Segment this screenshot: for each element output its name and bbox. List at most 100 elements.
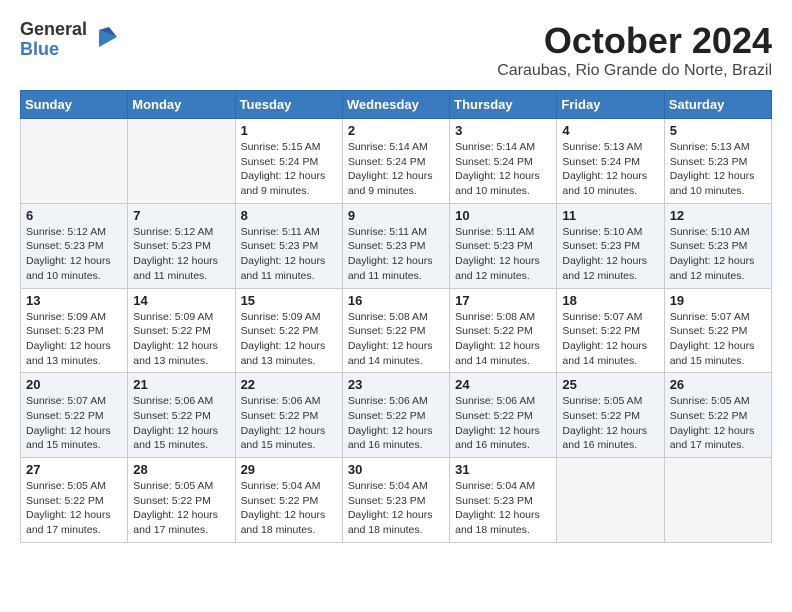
- month-title: October 2024: [497, 20, 772, 62]
- day-number: 6: [26, 208, 122, 223]
- calendar-day-header: Tuesday: [235, 91, 342, 119]
- calendar-cell: 1Sunrise: 5:15 AM Sunset: 5:24 PM Daylig…: [235, 119, 342, 204]
- logo: General Blue: [20, 20, 119, 60]
- day-number: 4: [562, 123, 658, 138]
- day-info: Sunrise: 5:11 AM Sunset: 5:23 PM Dayligh…: [241, 225, 337, 284]
- day-info: Sunrise: 5:10 AM Sunset: 5:23 PM Dayligh…: [562, 225, 658, 284]
- logo-blue: Blue: [20, 40, 87, 60]
- day-info: Sunrise: 5:14 AM Sunset: 5:24 PM Dayligh…: [348, 140, 444, 199]
- calendar-cell: 11Sunrise: 5:10 AM Sunset: 5:23 PM Dayli…: [557, 203, 664, 288]
- day-number: 26: [670, 377, 766, 392]
- calendar-cell: 23 Sunrise: 5:06 AM Sunset: 5:22 PM Dayli…: [342, 373, 449, 458]
- calendar-table: SundayMondayTuesdayWednesdayThursdayFrid…: [20, 90, 772, 543]
- day-number: 31: [455, 462, 551, 477]
- calendar-cell: 25 Sunrise: 5:05 AM Sunset: 5:22 PM Dayli…: [557, 373, 664, 458]
- calendar-cell: 24 Sunrise: 5:06 AM Sunset: 5:22 PM Dayli…: [450, 373, 557, 458]
- day-info: Sunrise: 5:04 AM Sunset: 5:23 PM Dayligh…: [348, 479, 444, 538]
- day-info: Sunrise: 5:07 AM Sunset: 5:22 PM Dayligh…: [670, 310, 766, 369]
- calendar-cell: 28 Sunrise: 5:05 AM Sunset: 5:22 PM Dayli…: [128, 458, 235, 543]
- calendar-week-row: 20 Sunrise: 5:07 AM Sunset: 5:22 PM Dayli…: [21, 373, 772, 458]
- day-number: 28: [133, 462, 229, 477]
- calendar-cell: 21 Sunrise: 5:06 AM Sunset: 5:22 PM Dayli…: [128, 373, 235, 458]
- calendar-cell: 18Sunrise: 5:07 AM Sunset: 5:22 PM Dayli…: [557, 288, 664, 373]
- day-info: Sunrise: 5:12 AM Sunset: 5:23 PM Dayligh…: [26, 225, 122, 284]
- calendar-cell: 17 Sunrise: 5:08 AM Sunset: 5:22 PM Dayli…: [450, 288, 557, 373]
- day-info: Sunrise: 5:05 AM Sunset: 5:22 PM Dayligh…: [133, 479, 229, 538]
- calendar-cell: 22Sunrise: 5:06 AM Sunset: 5:22 PM Dayli…: [235, 373, 342, 458]
- calendar-cell: [21, 119, 128, 204]
- calendar-cell: [128, 119, 235, 204]
- calendar-cell: 29 Sunrise: 5:04 AM Sunset: 5:22 PM Dayli…: [235, 458, 342, 543]
- day-number: 8: [241, 208, 337, 223]
- calendar-header-row: SundayMondayTuesdayWednesdayThursdayFrid…: [21, 91, 772, 119]
- calendar-cell: 8 Sunrise: 5:11 AM Sunset: 5:23 PM Daylig…: [235, 203, 342, 288]
- day-number: 9: [348, 208, 444, 223]
- day-number: 1: [241, 123, 337, 138]
- day-number: 24: [455, 377, 551, 392]
- calendar-cell: 13 Sunrise: 5:09 AM Sunset: 5:23 PM Dayli…: [21, 288, 128, 373]
- title-area: October 2024 Caraubas, Rio Grande do Nor…: [497, 20, 772, 80]
- day-info: Sunrise: 5:08 AM Sunset: 5:22 PM Dayligh…: [348, 310, 444, 369]
- calendar-cell: [557, 458, 664, 543]
- calendar-cell: [664, 458, 771, 543]
- calendar-day-header: Monday: [128, 91, 235, 119]
- day-number: 18: [562, 293, 658, 308]
- day-info: Sunrise: 5:09 AM Sunset: 5:22 PM Dayligh…: [241, 310, 337, 369]
- day-info: Sunrise: 5:06 AM Sunset: 5:22 PM Dayligh…: [455, 394, 551, 453]
- day-info: Sunrise: 5:09 AM Sunset: 5:22 PM Dayligh…: [133, 310, 229, 369]
- calendar-day-header: Wednesday: [342, 91, 449, 119]
- calendar-week-row: 1Sunrise: 5:15 AM Sunset: 5:24 PM Daylig…: [21, 119, 772, 204]
- day-info: Sunrise: 5:05 AM Sunset: 5:22 PM Dayligh…: [562, 394, 658, 453]
- calendar-cell: 14Sunrise: 5:09 AM Sunset: 5:22 PM Dayli…: [128, 288, 235, 373]
- day-info: Sunrise: 5:11 AM Sunset: 5:23 PM Dayligh…: [455, 225, 551, 284]
- calendar-cell: 7Sunrise: 5:12 AM Sunset: 5:23 PM Daylig…: [128, 203, 235, 288]
- calendar-cell: 15Sunrise: 5:09 AM Sunset: 5:22 PM Dayli…: [235, 288, 342, 373]
- day-number: 2: [348, 123, 444, 138]
- day-info: Sunrise: 5:04 AM Sunset: 5:22 PM Dayligh…: [241, 479, 337, 538]
- day-number: 5: [670, 123, 766, 138]
- location-subtitle: Caraubas, Rio Grande do Norte, Brazil: [497, 62, 772, 80]
- day-number: 13: [26, 293, 122, 308]
- day-info: Sunrise: 5:05 AM Sunset: 5:22 PM Dayligh…: [670, 394, 766, 453]
- day-number: 16: [348, 293, 444, 308]
- calendar-cell: 4 Sunrise: 5:13 AM Sunset: 5:24 PM Daylig…: [557, 119, 664, 204]
- day-info: Sunrise: 5:06 AM Sunset: 5:22 PM Dayligh…: [348, 394, 444, 453]
- day-number: 29: [241, 462, 337, 477]
- calendar-week-row: 13 Sunrise: 5:09 AM Sunset: 5:23 PM Dayli…: [21, 288, 772, 373]
- calendar-cell: 20 Sunrise: 5:07 AM Sunset: 5:22 PM Dayli…: [21, 373, 128, 458]
- calendar-day-header: Thursday: [450, 91, 557, 119]
- calendar-cell: 2 Sunrise: 5:14 AM Sunset: 5:24 PM Daylig…: [342, 119, 449, 204]
- calendar-cell: 5 Sunrise: 5:13 AM Sunset: 5:23 PM Daylig…: [664, 119, 771, 204]
- calendar-week-row: 6 Sunrise: 5:12 AM Sunset: 5:23 PM Daylig…: [21, 203, 772, 288]
- calendar-cell: 10Sunrise: 5:11 AM Sunset: 5:23 PM Dayli…: [450, 203, 557, 288]
- calendar-day-header: Saturday: [664, 91, 771, 119]
- day-number: 25: [562, 377, 658, 392]
- day-info: Sunrise: 5:04 AM Sunset: 5:23 PM Dayligh…: [455, 479, 551, 538]
- day-info: Sunrise: 5:08 AM Sunset: 5:22 PM Dayligh…: [455, 310, 551, 369]
- day-number: 17: [455, 293, 551, 308]
- day-info: Sunrise: 5:06 AM Sunset: 5:22 PM Dayligh…: [133, 394, 229, 453]
- calendar-cell: 19 Sunrise: 5:07 AM Sunset: 5:22 PM Dayli…: [664, 288, 771, 373]
- day-number: 20: [26, 377, 122, 392]
- day-number: 21: [133, 377, 229, 392]
- calendar-cell: 27Sunrise: 5:05 AM Sunset: 5:22 PM Dayli…: [21, 458, 128, 543]
- calendar-cell: 12Sunrise: 5:10 AM Sunset: 5:23 PM Dayli…: [664, 203, 771, 288]
- day-number: 30: [348, 462, 444, 477]
- day-info: Sunrise: 5:09 AM Sunset: 5:23 PM Dayligh…: [26, 310, 122, 369]
- calendar-cell: 3Sunrise: 5:14 AM Sunset: 5:24 PM Daylig…: [450, 119, 557, 204]
- calendar-day-header: Friday: [557, 91, 664, 119]
- logo-general: General: [20, 20, 87, 40]
- day-info: Sunrise: 5:11 AM Sunset: 5:23 PM Dayligh…: [348, 225, 444, 284]
- calendar-cell: 30 Sunrise: 5:04 AM Sunset: 5:23 PM Dayli…: [342, 458, 449, 543]
- day-info: Sunrise: 5:14 AM Sunset: 5:24 PM Dayligh…: [455, 140, 551, 199]
- calendar-day-header: Sunday: [21, 91, 128, 119]
- calendar-cell: 16 Sunrise: 5:08 AM Sunset: 5:22 PM Dayli…: [342, 288, 449, 373]
- day-info: Sunrise: 5:07 AM Sunset: 5:22 PM Dayligh…: [26, 394, 122, 453]
- day-info: Sunrise: 5:13 AM Sunset: 5:24 PM Dayligh…: [562, 140, 658, 199]
- day-number: 23: [348, 377, 444, 392]
- day-info: Sunrise: 5:12 AM Sunset: 5:23 PM Dayligh…: [133, 225, 229, 284]
- day-number: 19: [670, 293, 766, 308]
- day-info: Sunrise: 5:13 AM Sunset: 5:23 PM Dayligh…: [670, 140, 766, 199]
- calendar-week-row: 27Sunrise: 5:05 AM Sunset: 5:22 PM Dayli…: [21, 458, 772, 543]
- day-info: Sunrise: 5:10 AM Sunset: 5:23 PM Dayligh…: [670, 225, 766, 284]
